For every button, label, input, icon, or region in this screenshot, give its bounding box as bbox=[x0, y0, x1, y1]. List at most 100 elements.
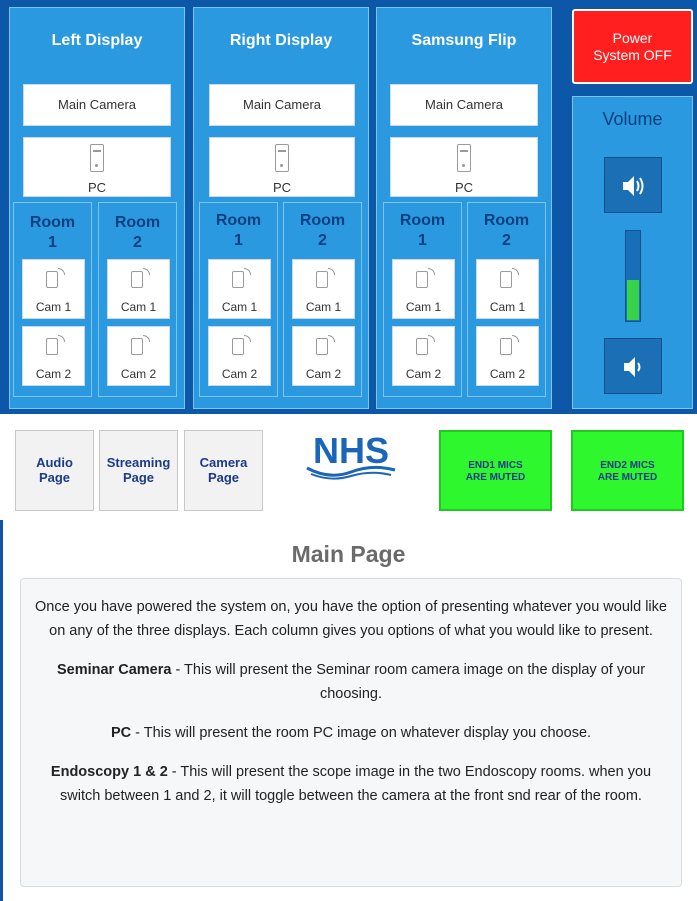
wireless-device-icon bbox=[315, 335, 335, 355]
room-2-group: Room 2 Cam 1 Cam 2 bbox=[283, 202, 362, 397]
info-card: Once you have powered the system on, you… bbox=[20, 578, 682, 887]
room-2-group: Room 2 Cam 1 Cam 2 bbox=[467, 202, 546, 397]
wireless-device-icon bbox=[130, 268, 150, 288]
volume-level-fill bbox=[627, 279, 639, 320]
mute-label-line2: ARE MUTED bbox=[465, 472, 526, 483]
camera-page-button[interactable]: Camera Page bbox=[184, 430, 263, 511]
power-label-line1: Power bbox=[612, 30, 653, 46]
info-desc: - This will present the Seminar room cam… bbox=[171, 662, 646, 702]
pc-label: PC bbox=[87, 180, 107, 195]
end1-mics-mute-button[interactable]: END1 MICS ARE MUTED bbox=[439, 430, 552, 511]
pc-label: PC bbox=[454, 180, 474, 195]
pc-button[interactable]: PC bbox=[390, 137, 538, 197]
cam-1-button[interactable]: Cam 1 bbox=[22, 259, 85, 319]
cam-label: Cam 2 bbox=[489, 367, 526, 381]
main-camera-button[interactable]: Main Camera bbox=[23, 84, 171, 126]
mute-label-line2: ARE MUTED bbox=[597, 472, 658, 483]
column-title: Left Display bbox=[51, 32, 143, 49]
cam-label: Cam 1 bbox=[35, 300, 72, 314]
mute-label-line1: END1 MICS bbox=[468, 460, 523, 471]
streaming-page-button[interactable]: Streaming Page bbox=[99, 430, 178, 511]
pc-button[interactable]: PC bbox=[209, 137, 355, 197]
info-item: Endoscopy 1 & 2 - This will present the … bbox=[35, 760, 667, 808]
wireless-device-icon bbox=[45, 268, 65, 288]
cam-label: Cam 1 bbox=[489, 300, 526, 314]
cam-label: Cam 2 bbox=[305, 367, 342, 381]
cam-2-button[interactable]: Cam 2 bbox=[208, 326, 271, 386]
room-title: Room 1 bbox=[215, 212, 262, 249]
cam-label: Cam 2 bbox=[35, 367, 72, 381]
main-camera-button[interactable]: Main Camera bbox=[209, 84, 355, 126]
volume-down-button[interactable] bbox=[604, 338, 662, 394]
page-title: Main Page bbox=[291, 541, 406, 567]
wireless-device-icon bbox=[130, 335, 150, 355]
info-desc: - This will present the room PC image on… bbox=[131, 725, 592, 741]
cam-label: Cam 1 bbox=[120, 300, 157, 314]
wireless-device-icon bbox=[315, 268, 335, 288]
main-camera-button[interactable]: Main Camera bbox=[390, 84, 538, 126]
cam-1-button[interactable]: Cam 1 bbox=[208, 259, 271, 319]
control-panel: Left Display Main Camera PC Room 1 Cam 1 … bbox=[0, 0, 697, 414]
audio-page-button[interactable]: Audio Page bbox=[15, 430, 94, 511]
wireless-device-icon bbox=[499, 268, 519, 288]
wave-icon bbox=[306, 465, 396, 480]
cam-2-button[interactable]: Cam 2 bbox=[292, 326, 355, 386]
column-title: Right Display bbox=[229, 32, 333, 49]
volume-level-bar bbox=[625, 230, 641, 322]
volume-down-icon bbox=[624, 357, 641, 377]
end2-mics-mute-button[interactable]: END2 MICS ARE MUTED bbox=[571, 430, 684, 511]
wireless-device-icon bbox=[231, 335, 251, 355]
cam-label: Cam 1 bbox=[405, 300, 442, 314]
nhs-logo: NHS bbox=[303, 430, 399, 482]
room-1-group: Room 1 Cam 1 Cam 2 bbox=[13, 202, 92, 397]
nav-label: Camera Page bbox=[199, 455, 248, 485]
intro-paragraph: Once you have powered the system on, you… bbox=[35, 599, 667, 639]
volume-panel: Volume bbox=[572, 96, 693, 409]
cam-1-button[interactable]: Cam 1 bbox=[292, 259, 355, 319]
pc-button[interactable]: PC bbox=[23, 137, 171, 197]
volume-title: Volume bbox=[602, 109, 663, 129]
pc-label: PC bbox=[272, 180, 292, 195]
nav-label: Streaming Page bbox=[106, 455, 171, 485]
cam-label: Cam 1 bbox=[221, 300, 258, 314]
phone-icon bbox=[90, 144, 104, 172]
room-title: Room 1 bbox=[399, 212, 446, 249]
room-1-group: Room 1 Cam 1 Cam 2 bbox=[199, 202, 278, 397]
wireless-device-icon bbox=[231, 268, 251, 288]
room-2-group: Room 2 Cam 1 Cam 2 bbox=[98, 202, 177, 397]
info-term: Seminar Camera bbox=[56, 662, 172, 678]
mute-label-line1: END2 MICS bbox=[600, 460, 655, 471]
cam-label: Cam 2 bbox=[405, 367, 442, 381]
phone-icon bbox=[457, 144, 471, 172]
room-title: Room 2 bbox=[483, 212, 530, 249]
column-title: Samsung Flip bbox=[411, 32, 517, 49]
wireless-device-icon bbox=[415, 335, 435, 355]
cam-1-button[interactable]: Cam 1 bbox=[476, 259, 539, 319]
info-item: Seminar Camera - This will present the S… bbox=[35, 658, 667, 706]
power-label-line2: System OFF bbox=[593, 47, 672, 63]
wireless-device-icon bbox=[45, 335, 65, 355]
cam-1-button[interactable]: Cam 1 bbox=[392, 259, 455, 319]
info-item: PC - This will present the room PC image… bbox=[35, 721, 667, 745]
volume-up-icon bbox=[623, 176, 644, 196]
cam-2-button[interactable]: Cam 2 bbox=[107, 326, 170, 386]
volume-up-button[interactable] bbox=[604, 157, 662, 213]
room-1-group: Room 1 Cam 1 Cam 2 bbox=[383, 202, 462, 397]
power-button[interactable]: Power System OFF bbox=[572, 9, 693, 84]
room-title: Room 2 bbox=[114, 214, 161, 251]
wireless-device-icon bbox=[415, 268, 435, 288]
cam-2-button[interactable]: Cam 2 bbox=[22, 326, 85, 386]
cam-label: Cam 2 bbox=[120, 367, 157, 381]
cam-1-button[interactable]: Cam 1 bbox=[107, 259, 170, 319]
nav-label: Audio Page bbox=[36, 455, 73, 485]
wireless-device-icon bbox=[499, 335, 519, 355]
phone-icon bbox=[275, 144, 289, 172]
info-term: Endoscopy 1 & 2 bbox=[50, 764, 168, 780]
cam-label: Cam 2 bbox=[221, 367, 258, 381]
cam-2-button[interactable]: Cam 2 bbox=[476, 326, 539, 386]
info-term: PC bbox=[110, 725, 132, 741]
room-title: Room 1 bbox=[29, 214, 76, 251]
cam-label: Cam 1 bbox=[305, 300, 342, 314]
cam-2-button[interactable]: Cam 2 bbox=[392, 326, 455, 386]
room-title: Room 2 bbox=[299, 212, 346, 249]
